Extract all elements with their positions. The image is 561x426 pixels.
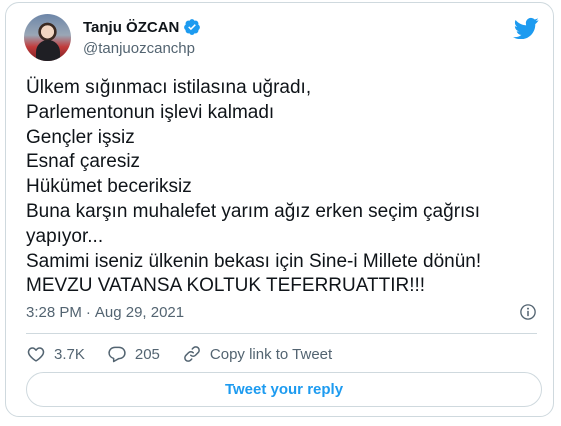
copy-link-label: Copy link to Tweet [209,345,333,363]
tweet-timestamp[interactable]: 3:28 PM · Aug 29, 2021 [26,304,184,321]
heart-icon [27,347,45,362]
author-name[interactable]: Tanju ÖZCAN [83,19,179,36]
reply-count: 205 [134,345,160,363]
tweet-line: Gençler işsiz [26,126,135,148]
reply-button[interactable]: 205 [107,344,160,364]
tweet-card: Tanju ÖZCAN @tanjuozcanchp Ülkem sığınma… [5,2,554,417]
twitter-bird-icon[interactable] [513,17,539,39]
author-handle[interactable]: @tanjuozcanchp [83,40,195,57]
tweet-date: Aug 29, 2021 [94,304,185,321]
tweet-your-reply-button[interactable]: Tweet your reply [26,372,542,407]
tweet-text: Ülkem sığınmacı istilasına uğradı, Parle… [26,76,546,299]
tweet-line: Parlementonun işlevi kalmadı [26,101,275,123]
tweet-line: Ülkem sığınmacı istilasına uğradı, [26,77,312,98]
verified-badge-icon [184,19,201,35]
tweet-line: Samimi iseniz ülkenin bekası için Sine-i… [26,250,482,272]
tweet-line: Hükümet beceriksiz [26,176,192,198]
tweet-time: 3:28 PM [26,304,82,321]
meta-separator: · [85,304,91,321]
link-icon [184,346,200,362]
avatar[interactable] [24,14,71,61]
tweet-line: MEVZU VATANSA KOLTUK TEFERRUATTIR!!! [26,275,426,297]
like-count: 3.7K [54,345,85,363]
info-icon[interactable] [519,303,537,321]
reply-bubble-icon [108,346,126,363]
divider [26,333,537,334]
tweet-line: Esnaf çaresiz [26,151,141,173]
tweet-line: yapıyor... [26,225,104,247]
avatar-figure [36,40,60,61]
copy-link-button[interactable]: Copy link to Tweet [182,344,332,364]
tweet-line: Buna karşın muhalefet yarım ağız erken s… [26,200,481,222]
like-button[interactable]: 3.7K [26,344,85,364]
tweet-actions: 3.7K 205 Copy link to Tweet [26,344,354,364]
author-name-row: Tanju ÖZCAN [83,18,201,36]
